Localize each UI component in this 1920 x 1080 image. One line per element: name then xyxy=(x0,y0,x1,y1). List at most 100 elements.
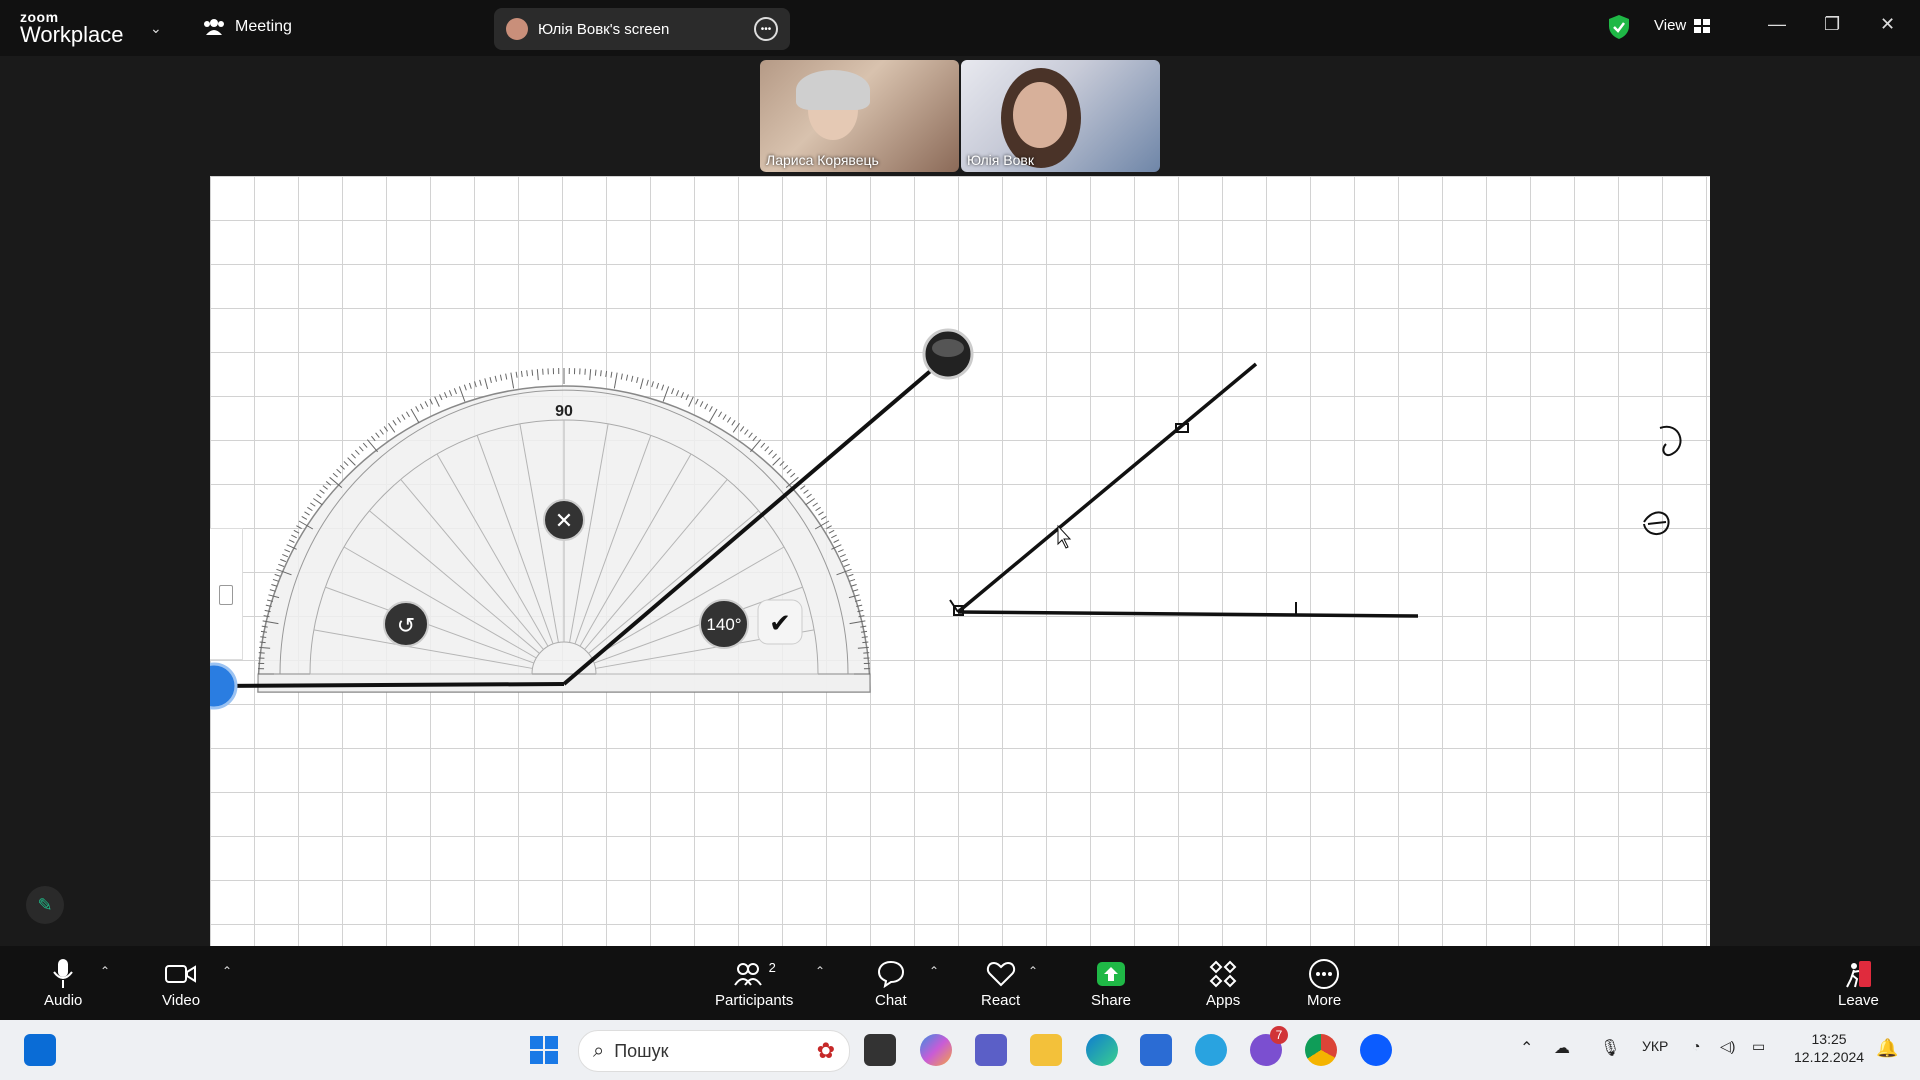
video-caret-icon[interactable]: ⌃ xyxy=(222,964,232,978)
language-indicator[interactable]: УКР xyxy=(1642,1038,1668,1054)
chevron-up-icon[interactable]: ⌃ xyxy=(1520,1038,1533,1058)
zoom-logo: zoom Workplace xyxy=(20,10,124,46)
more-button[interactable]: More xyxy=(1307,956,1341,1009)
protractor-tick xyxy=(656,382,660,389)
volume-icon[interactable]: ◁) xyxy=(1720,1038,1735,1055)
protractor-tick xyxy=(332,472,338,478)
whiteboard-side-panel[interactable] xyxy=(210,528,243,660)
telegram-icon[interactable] xyxy=(1195,1034,1227,1066)
protractor-tick xyxy=(589,369,592,381)
protractor-tick xyxy=(336,468,342,474)
participants-count: 2 xyxy=(768,959,776,975)
chat-icon xyxy=(877,960,904,988)
view-button[interactable]: View xyxy=(1654,17,1711,34)
protractor-tick xyxy=(849,578,856,582)
protractor-tick xyxy=(515,371,518,378)
apps-button[interactable]: Apps xyxy=(1206,956,1240,1009)
participant-name: Юлія Вовк xyxy=(967,152,1034,168)
protractor-tick xyxy=(401,414,406,420)
protractor-tick xyxy=(272,578,279,582)
protractor-tick xyxy=(379,429,384,435)
protractor-tick xyxy=(833,539,840,543)
poinsettia-icon: ✿ xyxy=(816,1038,835,1063)
mouse-cursor xyxy=(1057,524,1072,549)
protractor-tick xyxy=(383,426,389,432)
protractor-tick xyxy=(732,423,740,433)
handwritten-mark xyxy=(1643,511,1670,535)
zoom-taskbar-icon[interactable] xyxy=(1360,1034,1392,1066)
start-icon[interactable] xyxy=(528,1034,560,1066)
taskbar-search[interactable]: ⌕ Пошук ✿ xyxy=(578,1030,850,1072)
notification-bell-icon[interactable]: 🔔 xyxy=(1876,1038,1898,1059)
protractor-tick xyxy=(316,493,322,499)
teams-icon[interactable] xyxy=(975,1034,1007,1066)
store-icon[interactable] xyxy=(1140,1034,1172,1066)
video-button[interactable]: Video xyxy=(162,956,200,1009)
protractor-tick xyxy=(605,370,608,377)
brand-big: Workplace xyxy=(20,22,124,47)
video-tile[interactable]: Юлія Вовк xyxy=(961,60,1160,172)
chevron-down-icon[interactable]: ⌄ xyxy=(150,20,162,37)
video-tile[interactable]: Лариса Корявець xyxy=(760,60,959,172)
react-button[interactable]: React xyxy=(981,956,1020,1009)
protractor-tick xyxy=(768,449,774,455)
share-label: Юлія Вовк's screen xyxy=(538,20,670,38)
protractor-tick xyxy=(862,641,869,644)
chat-button[interactable]: Chat xyxy=(875,956,907,1009)
protractor-tick xyxy=(806,493,812,499)
protractor-tick xyxy=(828,529,835,534)
react-caret-icon[interactable]: ⌃ xyxy=(1028,964,1038,978)
onedrive-icon[interactable]: ☁ xyxy=(1554,1038,1570,1058)
search-icon: ⌕ xyxy=(593,1039,605,1062)
panel-handle-icon[interactable] xyxy=(219,585,233,605)
viber-icon[interactable]: 7 xyxy=(1250,1026,1288,1066)
protractor-tick xyxy=(443,392,448,399)
protractor-tick xyxy=(293,529,300,534)
wifi-icon[interactable]: ◔ xyxy=(1692,1038,1700,1054)
close-icon[interactable]: ✕ xyxy=(1880,14,1895,35)
copilot-icon[interactable] xyxy=(920,1034,952,1066)
clock[interactable]: 13:25 12.12.2024 xyxy=(1794,1030,1864,1066)
protractor-tick xyxy=(301,515,308,520)
protractor-tick xyxy=(671,388,675,395)
shield-icon[interactable] xyxy=(1607,14,1631,40)
leave-button[interactable]: Leave xyxy=(1838,956,1879,1009)
widgets-icon[interactable] xyxy=(24,1034,56,1066)
file-explorer-icon[interactable] xyxy=(1030,1034,1062,1066)
avatar xyxy=(506,18,528,40)
task-view-icon[interactable] xyxy=(864,1034,896,1066)
battery-icon[interactable]: ▭ xyxy=(1752,1038,1765,1055)
protractor-tick xyxy=(815,506,821,512)
protractor-tick xyxy=(812,502,818,507)
minimize-icon[interactable]: — xyxy=(1768,14,1786,35)
video-strip: Лариса Корявець Юлія Вовк xyxy=(760,60,1160,172)
chrome-icon[interactable] xyxy=(1305,1034,1337,1066)
apps-label: Apps xyxy=(1206,992,1241,1009)
share-button[interactable]: Share xyxy=(1091,956,1131,1009)
mic-tray-icon[interactable]: 🎙 xyxy=(1600,1038,1620,1058)
more-options-icon[interactable]: ••• xyxy=(754,17,778,41)
screen-share-indicator[interactable]: Юлія Вовк's screen ••• xyxy=(494,8,790,50)
angle-base-line xyxy=(210,682,565,688)
protractor-tick xyxy=(594,369,597,376)
protractor-tick xyxy=(347,457,356,466)
whiteboard-drawing: 90 ✕ ↺ 140° ✔ xyxy=(210,328,1682,710)
shared-whiteboard[interactable]: 90 ✕ ↺ 140° ✔ xyxy=(210,176,1710,946)
microphone-icon xyxy=(53,959,73,988)
protractor-tick xyxy=(439,394,443,401)
protractor-tick xyxy=(718,411,723,418)
protractor-tick xyxy=(388,423,396,433)
audio-button[interactable]: Audio xyxy=(44,956,82,1009)
participants-button[interactable]: 2 Participants xyxy=(715,956,793,1010)
protractor-tick xyxy=(739,426,745,432)
protractor-tick xyxy=(259,641,266,644)
edge-icon[interactable] xyxy=(1086,1034,1118,1066)
participants-caret-icon[interactable]: ⌃ xyxy=(815,964,825,978)
protractor-tick xyxy=(284,549,291,553)
chat-caret-icon[interactable]: ⌃ xyxy=(929,964,939,978)
protractor-tick xyxy=(685,394,689,401)
meeting-menu[interactable]: Meeting xyxy=(203,18,292,36)
annotate-pen-icon[interactable]: ✎ xyxy=(26,886,64,924)
restore-icon[interactable]: ❐ xyxy=(1824,14,1840,35)
audio-caret-icon[interactable]: ⌃ xyxy=(100,964,110,978)
